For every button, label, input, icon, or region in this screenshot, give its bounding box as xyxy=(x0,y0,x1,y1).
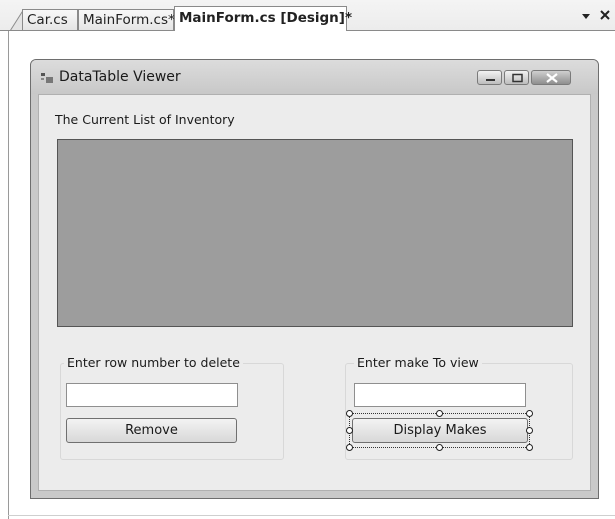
tab-car-cs[interactable]: Car.cs xyxy=(22,9,78,31)
designer-bottom-divider xyxy=(8,515,615,516)
document-tab-strip: Car.cs MainForm.cs* MainForm.cs [Design]… xyxy=(0,0,615,31)
resize-handle-middle-left[interactable] xyxy=(346,427,353,434)
minimize-button[interactable] xyxy=(477,70,502,85)
tab-label: MainForm.cs [Design]* xyxy=(179,10,353,26)
close-icon[interactable] xyxy=(598,8,612,22)
maximize-button[interactable] xyxy=(504,70,529,85)
tab-mainform-cs[interactable]: MainForm.cs* xyxy=(78,9,175,31)
inventory-data-grid[interactable] xyxy=(57,139,573,327)
app-icon xyxy=(41,73,53,83)
resize-handle-top-center[interactable] xyxy=(436,410,443,417)
chevron-down-icon[interactable] xyxy=(580,10,592,22)
row-number-input[interactable] xyxy=(66,383,238,407)
remove-button[interactable]: Remove xyxy=(66,418,237,443)
resize-handle-bottom-right[interactable] xyxy=(526,444,533,451)
tab-label: Car.cs xyxy=(27,12,68,28)
window-close-button[interactable] xyxy=(531,70,571,85)
maximize-icon xyxy=(512,73,523,83)
delete-row-groupbox xyxy=(60,363,284,460)
resize-handle-top-left[interactable] xyxy=(346,410,353,417)
resize-handle-bottom-left[interactable] xyxy=(346,444,353,451)
selection-frame xyxy=(349,413,530,448)
resize-handle-bottom-center[interactable] xyxy=(436,444,443,451)
resize-handle-middle-right[interactable] xyxy=(526,427,533,434)
form-title: DataTable Viewer xyxy=(59,69,181,85)
delete-row-legend: Enter row number to delete xyxy=(64,355,243,370)
view-make-legend: Enter make To view xyxy=(354,355,482,370)
inventory-label: The Current List of Inventory xyxy=(55,112,235,127)
minimize-icon xyxy=(486,79,495,81)
ide-screen: Car.cs MainForm.cs* MainForm.cs [Design]… xyxy=(0,0,615,519)
close-x-icon xyxy=(600,10,610,20)
make-input[interactable] xyxy=(354,383,526,407)
close-icon xyxy=(546,73,558,83)
form-title-bar[interactable]: DataTable Viewer xyxy=(31,60,598,94)
triangle-down-icon xyxy=(582,14,590,19)
tab-label: MainForm.cs* xyxy=(83,12,175,28)
resize-handle-top-right[interactable] xyxy=(526,410,533,417)
tab-mainform-design[interactable]: MainForm.cs [Design]* xyxy=(174,6,352,31)
